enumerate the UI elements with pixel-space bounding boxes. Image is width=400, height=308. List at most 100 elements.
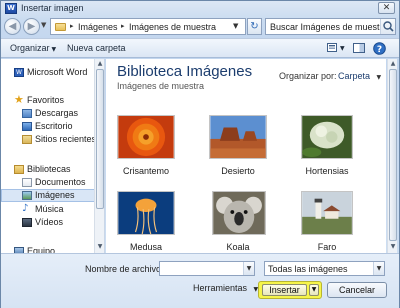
sidebar-item-descargas[interactable]: Descargas [1,107,99,120]
image-item-faro[interactable]: Faro [295,191,359,259]
breadcrumb-imagenes-de-muestra[interactable]: Imágenes de muestra [129,22,216,32]
libraries-icon [14,165,24,174]
address-bar[interactable]: ▸ Imágenes ▸ Imágenes de muestra ▼ [50,18,246,35]
breadcrumb-separator-icon[interactable]: ▸ [70,22,74,30]
scroll-up-icon[interactable]: ▲ [95,60,105,67]
window-title: Insertar imagen [21,3,84,13]
image-item-crisantemo[interactable]: Crisantemo [114,115,178,183]
back-arrow-icon: ◀ [8,21,17,32]
title-bar: W Insertar imagen ✕ [1,1,399,17]
scroll-down-icon[interactable]: ▼ [388,243,398,250]
documents-icon [22,178,32,187]
organize-button[interactable]: Organizar ▼ [10,43,56,53]
new-folder-button[interactable]: Nueva carpeta [67,43,126,53]
breadcrumb-imagenes[interactable]: Imágenes [78,22,118,32]
command-bar: Organizar ▼ Nueva carpeta ▼ ? [1,38,399,58]
insert-image-dialog: W Insertar imagen ✕ ◀ ▶ ▼ ▸ Imágenes ▸ I… [0,0,400,308]
forward-arrow-icon: ▶ [27,21,36,32]
preview-pane-icon[interactable] [353,43,365,53]
refresh-button[interactable]: ↻ [247,18,262,35]
insert-button[interactable]: Insertar [262,284,307,296]
lighthouse-photo [301,191,353,235]
search-input[interactable]: Buscar Imágenes de muestra [265,18,396,35]
search-icon [383,21,394,32]
image-caption: Desierto [221,166,255,176]
videos-icon [22,218,32,227]
forward-button[interactable]: ▶ [23,18,40,35]
navigation-pane: W Microsoft Word ★ Favoritos Descargas E… [1,59,105,256]
close-button[interactable]: ✕ [378,2,395,14]
sidebar-item-microsoft-word[interactable]: W Microsoft Word [1,66,99,79]
sidebar-item-label: Favoritos [27,95,65,105]
sidebar-item-label: Imágenes [35,190,75,200]
scroll-down-icon[interactable]: ▼ [95,243,105,250]
sidebar-item-escritorio[interactable]: Escritorio [1,120,99,133]
sidebar-item-favoritos[interactable]: ★ Favoritos [1,94,99,107]
back-button[interactable]: ◀ [4,18,21,35]
insert-options-dropdown[interactable]: ▼ [309,284,319,296]
breadcrumb-separator-icon[interactable]: ▸ [121,22,125,30]
arrange-by-dropdown[interactable]: Carpeta ▼ [338,71,381,81]
file-type-filter[interactable]: Todas las imágenes ▼ [264,261,385,276]
chrysanthemum-photo [117,115,175,159]
change-view-icon[interactable] [327,43,339,53]
sidebar-item-label: Vídeos [35,217,64,227]
folder-icon [55,23,66,31]
music-icon: ♪ [22,203,29,214]
jellyfish-photo [117,191,175,235]
desktop-icon [22,122,32,131]
downloads-icon [22,109,32,118]
image-item-desierto[interactable]: Desierto [206,115,270,183]
hydrangeas-photo [301,115,353,159]
recent-pages-dropdown[interactable]: ▼ [41,21,46,29]
sidebar-item-label: Descargas [35,108,79,118]
arrange-by-value: Carpeta [338,71,371,81]
nav-pane-scrollbar[interactable]: ▲ ▼ [94,59,104,253]
chevron-down-icon: ▼ [376,74,382,81]
image-item-koala[interactable]: Koala [206,191,270,259]
library-subtitle: Imágenes de muestra [117,81,205,91]
sidebar-item-documentos[interactable]: Documentos [1,176,99,189]
scrollbar-thumb[interactable] [96,69,104,209]
scrollbar-thumb[interactable] [389,69,397,241]
dialog-footer: Nombre de archivo: ▼ Todas las imágenes … [1,253,399,308]
file-list-pane: Biblioteca Imágenes Imágenes de muestra … [106,59,386,253]
file-list-scrollbar[interactable]: ▲ ▼ [387,59,397,253]
image-item-hortensias[interactable]: Hortensias [295,115,359,183]
image-item-medusa[interactable]: Medusa [114,191,178,259]
address-history-dropdown-icon[interactable]: ▼ [233,22,238,30]
filename-field[interactable]: ▼ [159,261,255,276]
chevron-down-icon: ▼ [51,46,57,53]
cancel-button[interactable]: Cancelar [327,282,387,298]
sidebar-item-label: Escritorio [35,121,73,131]
sidebar-item-label: Sitios recientes [35,134,97,144]
library-title: Biblioteca Imágenes [117,63,253,80]
sidebar-item-videos[interactable]: Vídeos [1,216,99,229]
chevron-down-icon: ▼ [311,286,317,293]
sidebar-item-label: Microsoft Word [27,67,88,77]
chevron-down-icon[interactable]: ▼ [243,262,254,275]
svg-text:?: ? [377,45,382,55]
sidebar-item-bibliotecas[interactable]: Bibliotecas [1,163,99,176]
sidebar-item-label: Bibliotecas [27,164,71,174]
recent-places-icon [22,135,32,144]
search-button[interactable] [380,19,395,34]
image-caption: Crisantemo [122,166,169,176]
sidebar-item-musica[interactable]: ♪ Música [1,203,99,216]
view-options-dropdown[interactable]: ▼ [340,45,345,52]
file-type-value: Todas las imágenes [268,264,348,274]
help-icon[interactable]: ? [373,42,386,55]
koala-photo [212,191,266,235]
tools-label: Herramientas [193,283,248,293]
image-caption: Medusa [129,242,163,252]
sidebar-item-imagenes[interactable]: Imágenes [1,189,99,202]
word-app-icon: W [5,3,17,14]
sidebar-item-sitios-recientes[interactable]: Sitios recientes [1,133,99,146]
sidebar-item-label: Música [35,204,64,214]
scroll-up-icon[interactable]: ▲ [388,60,398,67]
search-placeholder: Buscar Imágenes de muestra [270,22,388,32]
tools-dropdown[interactable]: Herramientas ▼ [193,283,258,293]
arrange-by-label: Organizar por: [279,71,337,81]
chevron-down-icon[interactable]: ▼ [373,262,384,275]
refresh-icon: ↻ [250,21,259,32]
